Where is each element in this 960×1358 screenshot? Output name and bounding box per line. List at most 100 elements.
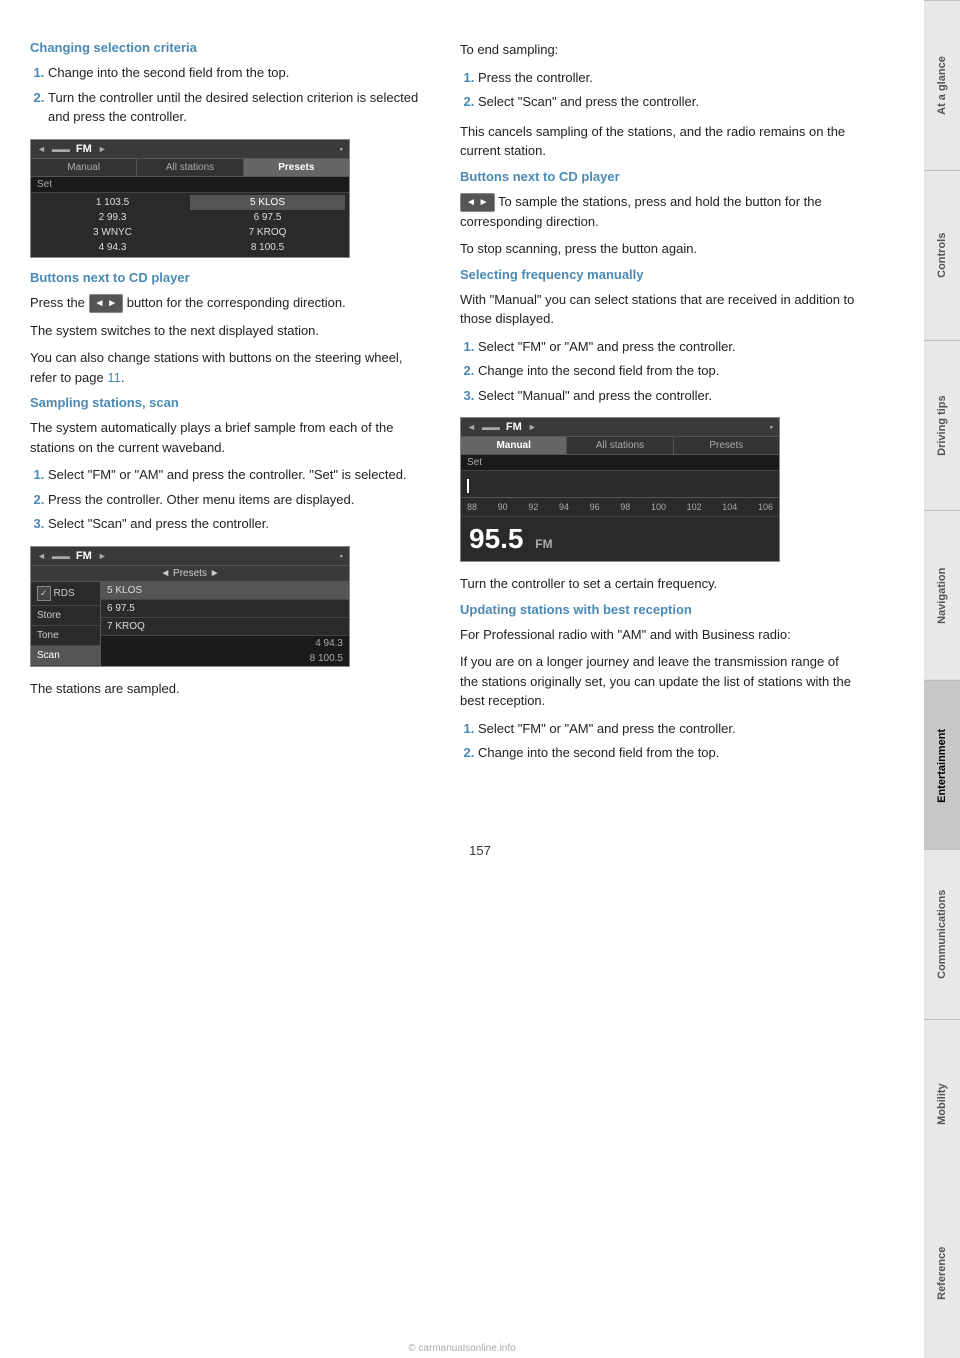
right-column: To end sampling: Press the controller. S…: [460, 40, 860, 773]
section-changing-selection: Changing selection criteria Change into …: [30, 40, 430, 258]
bottom-watermark: © carmanualsonline.info: [0, 1339, 924, 1358]
station-item: 5 KLOS: [190, 195, 345, 210]
scan-bottom-row-2: 8 100.5: [101, 651, 349, 666]
tab-presets-freq[interactable]: Presets: [674, 437, 779, 454]
section-selecting-frequency: Selecting frequency manually With "Manua…: [460, 267, 860, 594]
freq-cursor-row: [461, 471, 779, 498]
scan-right-content: 5 KLOS 6 97.5 7 KROQ 4 94.3 8 100.5: [101, 582, 349, 666]
body-text-cd-3: You can also change stations with button…: [30, 348, 430, 387]
section-buttons-cd-right: Buttons next to CD player ◄ ► To sample …: [460, 169, 860, 259]
end-sampling-intro: To end sampling:: [460, 40, 860, 60]
tab-all-stations[interactable]: All stations: [137, 159, 243, 176]
scan-header: ◄ ▬▬ FM ► ▪: [31, 547, 349, 566]
step-item: Select "FM" or "AM" and press the contro…: [48, 465, 430, 485]
corner-icon: ▪: [770, 422, 773, 432]
tab-communications[interactable]: Communications: [924, 849, 960, 1019]
page-link[interactable]: 11: [107, 370, 121, 385]
station-item: 3 WNYC: [35, 225, 190, 240]
freq-unit-label: FM: [535, 537, 552, 551]
step-item: Press the controller.: [478, 68, 860, 88]
step-item: Press the controller. Other menu items a…: [48, 490, 430, 510]
section-updating-stations: Updating stations with best reception Fo…: [460, 602, 860, 763]
scan-station-row: 7 KROQ: [101, 618, 349, 636]
freq-scale: 88 90 92 94 96 98 100 102 104 106: [461, 498, 779, 517]
heading-sampling: Sampling stations, scan: [30, 395, 430, 410]
radio-screen-1: ◄ ▬▬ FM ► ▪ Manual All stations Presets …: [30, 139, 350, 258]
main-content: Changing selection criteria Change into …: [0, 0, 924, 813]
scan-station-row: 6 97.5: [101, 600, 349, 618]
station-item: 4 94.3: [35, 240, 190, 255]
step-item: Select "FM" or "AM" and press the contro…: [478, 719, 860, 739]
tab-all-stations-freq[interactable]: All stations: [567, 437, 673, 454]
body-cd-right-1: ◄ ► To sample the stations, press and ho…: [460, 192, 860, 232]
step-item: Select "Manual" and press the controller…: [478, 386, 860, 406]
sampling-footer: The stations are sampled.: [30, 679, 430, 699]
steps-selecting-frequency: Select "FM" or "AM" and press the contro…: [460, 337, 860, 406]
updating-intro: For Professional radio with "AM" and wit…: [460, 625, 860, 645]
station-item: 1 103.5: [35, 195, 190, 210]
heading-selecting-frequency: Selecting frequency manually: [460, 267, 860, 282]
tab-manual[interactable]: Manual: [31, 159, 137, 176]
presets-row: ◄ Presets ►: [31, 566, 349, 582]
radio-tab-bar: Manual All stations Presets: [31, 159, 349, 177]
tab-navigation[interactable]: Navigation: [924, 510, 960, 680]
right-arrow-icon: ►: [98, 144, 107, 154]
section-end-sampling: To end sampling: Press the controller. S…: [460, 40, 860, 161]
cd-button-icon-right: ◄ ►: [460, 193, 495, 212]
freq-header: ◄ ▬▬ FM ► ▪: [461, 418, 779, 437]
tab-presets[interactable]: Presets: [244, 159, 349, 176]
frequency-screen: ◄ ▬▬ FM ► ▪ Manual All stations Presets …: [460, 417, 780, 562]
left-column: Changing selection criteria Change into …: [30, 40, 430, 773]
body-text-cd-1: Press the ◄ ► button for the correspondi…: [30, 293, 430, 313]
section-buttons-cd: Buttons next to CD player Press the ◄ ► …: [30, 270, 430, 388]
page-number: 157: [0, 833, 960, 868]
left-arrow-icon: ◄: [467, 422, 476, 432]
scan-screen: ◄ ▬▬ FM ► ▪ ◄ Presets ► ✓ RDS Store Tone: [30, 546, 350, 667]
fm-label: FM: [76, 143, 92, 155]
tuner-icon: ▬▬: [482, 422, 500, 432]
menu-item-tone[interactable]: Tone: [31, 626, 100, 646]
heading-changing-selection: Changing selection criteria: [30, 40, 430, 55]
fm-label: FM: [76, 550, 92, 562]
scan-left-menu: ✓ RDS Store Tone Scan: [31, 582, 101, 666]
right-arrow-icon: ►: [98, 551, 107, 561]
freq-set-row: Set: [461, 455, 779, 471]
freq-cursor-icon: [467, 479, 469, 493]
tab-entertainment[interactable]: Entertainment: [924, 680, 960, 850]
cd-button-icon: ◄ ►: [89, 294, 124, 313]
step-item: Change into the second field from the to…: [478, 361, 860, 381]
tuner-icon: ▬▬: [52, 144, 70, 154]
menu-item-scan[interactable]: Scan: [31, 646, 100, 666]
updating-body: If you are on a longer journey and leave…: [460, 652, 860, 711]
scan-menu: ✓ RDS Store Tone Scan 5 KLOS 6 97.5 7 KR…: [31, 582, 349, 666]
steps-updating: Select "FM" or "AM" and press the contro…: [460, 719, 860, 763]
corner-icon: ▪: [340, 144, 343, 154]
tab-manual-freq[interactable]: Manual: [461, 437, 567, 454]
menu-item-rds[interactable]: ✓ RDS: [31, 582, 100, 606]
station-list: 1 103.5 5 KLOS 2 99.3 6 97.5 3 WNYC 7 KR…: [31, 193, 349, 257]
fm-label: FM: [506, 421, 522, 433]
station-item: 6 97.5: [190, 210, 345, 225]
step-item: Select "FM" or "AM" and press the contro…: [478, 337, 860, 357]
station-item: 8 100.5: [190, 240, 345, 255]
tab-driving-tips[interactable]: Driving tips: [924, 340, 960, 510]
tab-mobility[interactable]: Mobility: [924, 1019, 960, 1189]
step-item: Turn the controller until the desired se…: [48, 88, 430, 127]
tab-at-a-glance[interactable]: At a glance: [924, 0, 960, 170]
station-item: 2 99.3: [35, 210, 190, 225]
tab-reference[interactable]: Reference: [924, 1189, 960, 1358]
tab-controls[interactable]: Controls: [924, 170, 960, 340]
step-item: Change into the second field from the to…: [478, 743, 860, 763]
section-sampling: Sampling stations, scan The system autom…: [30, 395, 430, 698]
side-navigation: At a glance Controls Driving tips Naviga…: [924, 0, 960, 1358]
scan-bottom-row: 4 94.3: [101, 636, 349, 651]
end-sampling-note: This cancels sampling of the stations, a…: [460, 122, 860, 161]
corner-icon: ▪: [340, 551, 343, 561]
steps-sampling: Select "FM" or "AM" and press the contro…: [30, 465, 430, 534]
body-text-cd-2: The system switches to the next displaye…: [30, 321, 430, 341]
menu-item-store[interactable]: Store: [31, 606, 100, 626]
heading-buttons-cd-right: Buttons next to CD player: [460, 169, 860, 184]
tuner-icon: ▬▬: [52, 551, 70, 561]
step-item: Select "Scan" and press the controller.: [478, 92, 860, 112]
station-item: 7 KROQ: [190, 225, 345, 240]
